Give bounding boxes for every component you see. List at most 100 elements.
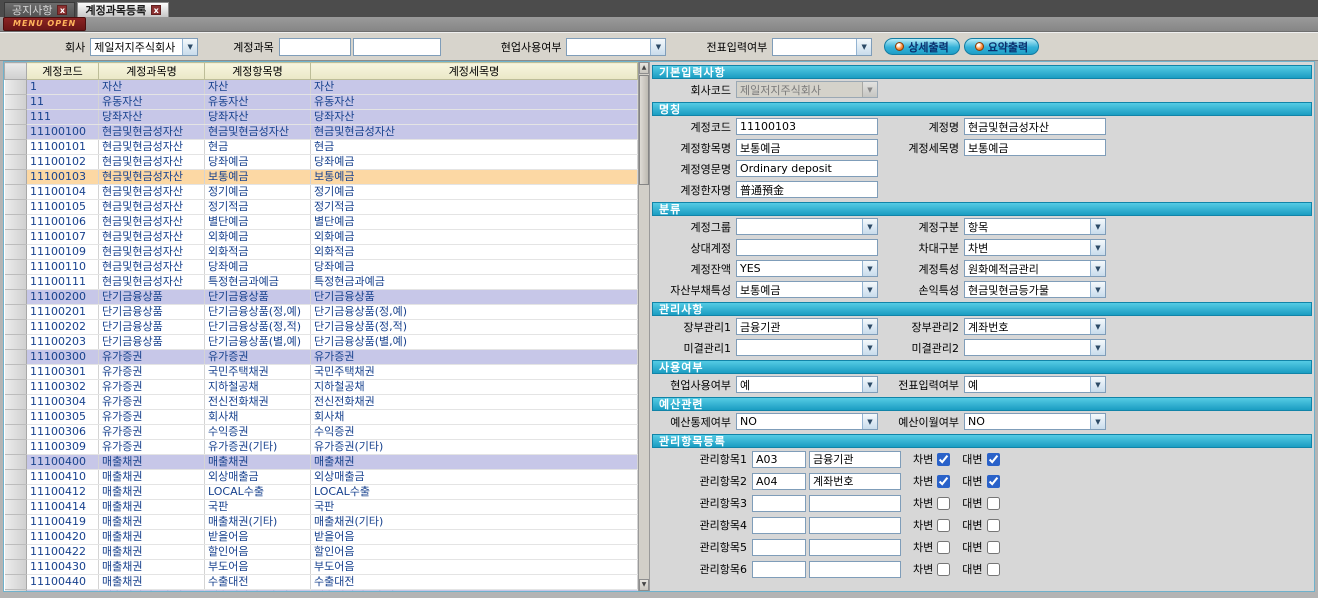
- section-header: 관리항목등록: [652, 434, 1312, 448]
- credit-checkbox[interactable]: [987, 541, 1000, 554]
- table-row[interactable]: 11100304유가증권전신전화채권전신전화채권: [5, 395, 638, 410]
- mgmt-code-input[interactable]: [752, 539, 806, 556]
- debit-checkbox[interactable]: [937, 453, 950, 466]
- ledger-mgmt-1-combo[interactable]: 금융기관▼: [736, 318, 878, 335]
- table-row[interactable]: 11100302유가증권지하철공채지하철공채: [5, 380, 638, 395]
- grid-scrollbar[interactable]: ▲ ▼: [638, 62, 650, 591]
- summary-print-button[interactable]: 요약출력: [964, 38, 1039, 55]
- account-name-filter-input[interactable]: [353, 38, 441, 56]
- mgmt-name-input[interactable]: [809, 451, 901, 468]
- account-class-combo[interactable]: 항목▼: [964, 218, 1106, 235]
- scroll-down-icon[interactable]: ▼: [639, 579, 649, 591]
- tab-notice[interactable]: 공지사항 x: [4, 2, 75, 17]
- table-row[interactable]: 1자산자산자산: [5, 80, 638, 95]
- account-code-filter-input[interactable]: [279, 38, 351, 56]
- credit-checkbox[interactable]: [987, 497, 1000, 510]
- field-use-filter-combo[interactable]: ▼: [566, 38, 666, 56]
- detail-print-button[interactable]: 상세출력: [884, 38, 959, 55]
- credit-checkbox[interactable]: [987, 563, 1000, 576]
- debit-checkbox[interactable]: [937, 519, 950, 532]
- cell: 11100419: [27, 515, 99, 530]
- budget-control-yn-combo[interactable]: NO▼: [736, 413, 878, 430]
- table-row[interactable]: 11100102현금및현금성자산당좌예금당좌예금: [5, 155, 638, 170]
- table-row[interactable]: 11100106현금및현금성자산별단예금별단예금: [5, 215, 638, 230]
- table-row[interactable]: 11100103현금및현금성자산보통예금보통예금: [5, 170, 638, 185]
- table-row[interactable]: 11100300유가증권유가증권유가증권: [5, 350, 638, 365]
- account-hanja-name-input[interactable]: [736, 181, 878, 198]
- table-row[interactable]: 11100202단기금융상품단기금융상품(정,적)단기금융상품(정,적): [5, 320, 638, 335]
- account-balance-combo[interactable]: YES▼: [736, 260, 878, 277]
- table-row[interactable]: 11100419매출채권매출채권(기타)매출채권(기타): [5, 515, 638, 530]
- table-row[interactable]: 11100110현금및현금성자산당좌예금당좌예금: [5, 260, 638, 275]
- credit-checkbox[interactable]: [987, 519, 1000, 532]
- table-row[interactable]: 11100309유가증권유가증권(기타)유가증권(기타): [5, 440, 638, 455]
- mgmt-code-input[interactable]: [752, 517, 806, 534]
- mgmt-code-input[interactable]: [752, 495, 806, 512]
- account-item-name-input[interactable]: [736, 139, 878, 156]
- table-row[interactable]: 11100500매출채권대손충당금매출채권대손충당금매출채권대손충당금: [5, 590, 638, 592]
- mgmt-name-input[interactable]: [809, 561, 901, 578]
- table-row[interactable]: 11100400매출채권매출채권매출채권: [5, 455, 638, 470]
- table-row[interactable]: 111당좌자산당좌자산당좌자산: [5, 110, 638, 125]
- table-row[interactable]: 11100104현금및현금성자산정기예금정기예금: [5, 185, 638, 200]
- mgmt-name-input[interactable]: [809, 517, 901, 534]
- asset-liability-trait-combo[interactable]: 보통예금▼: [736, 281, 878, 298]
- debit-checkbox[interactable]: [937, 541, 950, 554]
- company-combo[interactable]: 제일저지주식회사 ▼: [90, 38, 198, 56]
- table-row[interactable]: 11100301유가증권국민주택채권국민주택채권: [5, 365, 638, 380]
- table-row[interactable]: 11100422매출채권할인어음할인어음: [5, 545, 638, 560]
- table-row[interactable]: 11100430매출채권부도어음부도어음: [5, 560, 638, 575]
- mgmt-name-input[interactable]: [809, 473, 901, 490]
- credit-checkbox[interactable]: [987, 475, 1000, 488]
- table-row[interactable]: 11100414매출채권국판국판: [5, 500, 638, 515]
- table-row[interactable]: 11100412매출채권LOCAL수출LOCAL수출: [5, 485, 638, 500]
- mgmt-code-input[interactable]: [752, 451, 806, 468]
- ledger-mgmt-2-combo[interactable]: 계좌번호▼: [964, 318, 1106, 335]
- debit-checkbox[interactable]: [937, 497, 950, 510]
- account-name-input[interactable]: [964, 118, 1106, 135]
- open-mgmt-2-combo[interactable]: ▼: [964, 339, 1106, 356]
- profit-loss-trait-combo[interactable]: 현금및현금등가물▼: [964, 281, 1106, 298]
- menu-open-button[interactable]: MENU OPEN: [3, 17, 86, 31]
- mgmt-name-input[interactable]: [809, 495, 901, 512]
- table-row[interactable]: 11100100현금및현금성자산현금및현금성자산현금및현금성자산: [5, 125, 638, 140]
- table-row[interactable]: 11100410매출채권외상매출금외상매출금: [5, 470, 638, 485]
- scroll-up-icon[interactable]: ▲: [639, 62, 649, 74]
- account-grid: 계정코드계정과목명계정항목명계정세목명 1자산자산자산11유동자산유동자산유동자…: [4, 62, 638, 591]
- slip-entry-yn-combo[interactable]: 예▼: [964, 376, 1106, 393]
- table-row[interactable]: 11100440매출채권수출대전수출대전: [5, 575, 638, 590]
- field-use-yn-combo[interactable]: 예▼: [736, 376, 878, 393]
- scrollbar-thumb[interactable]: [639, 75, 649, 185]
- tab-account-registration[interactable]: 계정과목등록 x: [77, 2, 169, 17]
- table-row[interactable]: 11유동자산유동자산유동자산: [5, 95, 638, 110]
- tab-close-icon[interactable]: x: [57, 5, 67, 15]
- table-row[interactable]: 11100101현금및현금성자산현금현금: [5, 140, 638, 155]
- budget-carryover-yn-combo[interactable]: NO▼: [964, 413, 1106, 430]
- debit-checkbox[interactable]: [937, 475, 950, 488]
- debit-checkbox[interactable]: [937, 563, 950, 576]
- table-row[interactable]: 11100203단기금융상품단기금융상품(별,예)단기금융상품(별,예): [5, 335, 638, 350]
- table-row[interactable]: 11100305유가증권회사채회사채: [5, 410, 638, 425]
- account-english-name-input[interactable]: [736, 160, 878, 177]
- counter-account-input[interactable]: [736, 239, 878, 256]
- table-row[interactable]: 11100420매출채권받을어음받을어음: [5, 530, 638, 545]
- table-row[interactable]: 11100201단기금융상품단기금융상품(정,예)단기금융상품(정,예): [5, 305, 638, 320]
- account-group-combo[interactable]: ▼: [736, 218, 878, 235]
- table-row[interactable]: 11100111현금및현금성자산특정현금과예금특정현금과예금: [5, 275, 638, 290]
- table-row[interactable]: 11100105현금및현금성자산정기적금정기적금: [5, 200, 638, 215]
- debit-credit-class-combo[interactable]: 차변▼: [964, 239, 1106, 256]
- table-row[interactable]: 11100109현금및현금성자산외화적금외화적금: [5, 245, 638, 260]
- table-row[interactable]: 11100306유가증권수익증권수익증권: [5, 425, 638, 440]
- account-detail-name-input[interactable]: [964, 139, 1106, 156]
- mgmt-code-input[interactable]: [752, 561, 806, 578]
- mgmt-name-input[interactable]: [809, 539, 901, 556]
- credit-checkbox[interactable]: [987, 453, 1000, 466]
- tab-close-icon[interactable]: x: [151, 5, 161, 15]
- account-trait-combo[interactable]: 원화예적금관리▼: [964, 260, 1106, 277]
- open-mgmt-1-combo[interactable]: ▼: [736, 339, 878, 356]
- slip-entry-filter-combo[interactable]: ▼: [772, 38, 872, 56]
- table-row[interactable]: 11100200단기금융상품단기금융상품단기금융상품: [5, 290, 638, 305]
- account-code-input[interactable]: [736, 118, 878, 135]
- mgmt-code-input[interactable]: [752, 473, 806, 490]
- table-row[interactable]: 11100107현금및현금성자산외화예금외화예금: [5, 230, 638, 245]
